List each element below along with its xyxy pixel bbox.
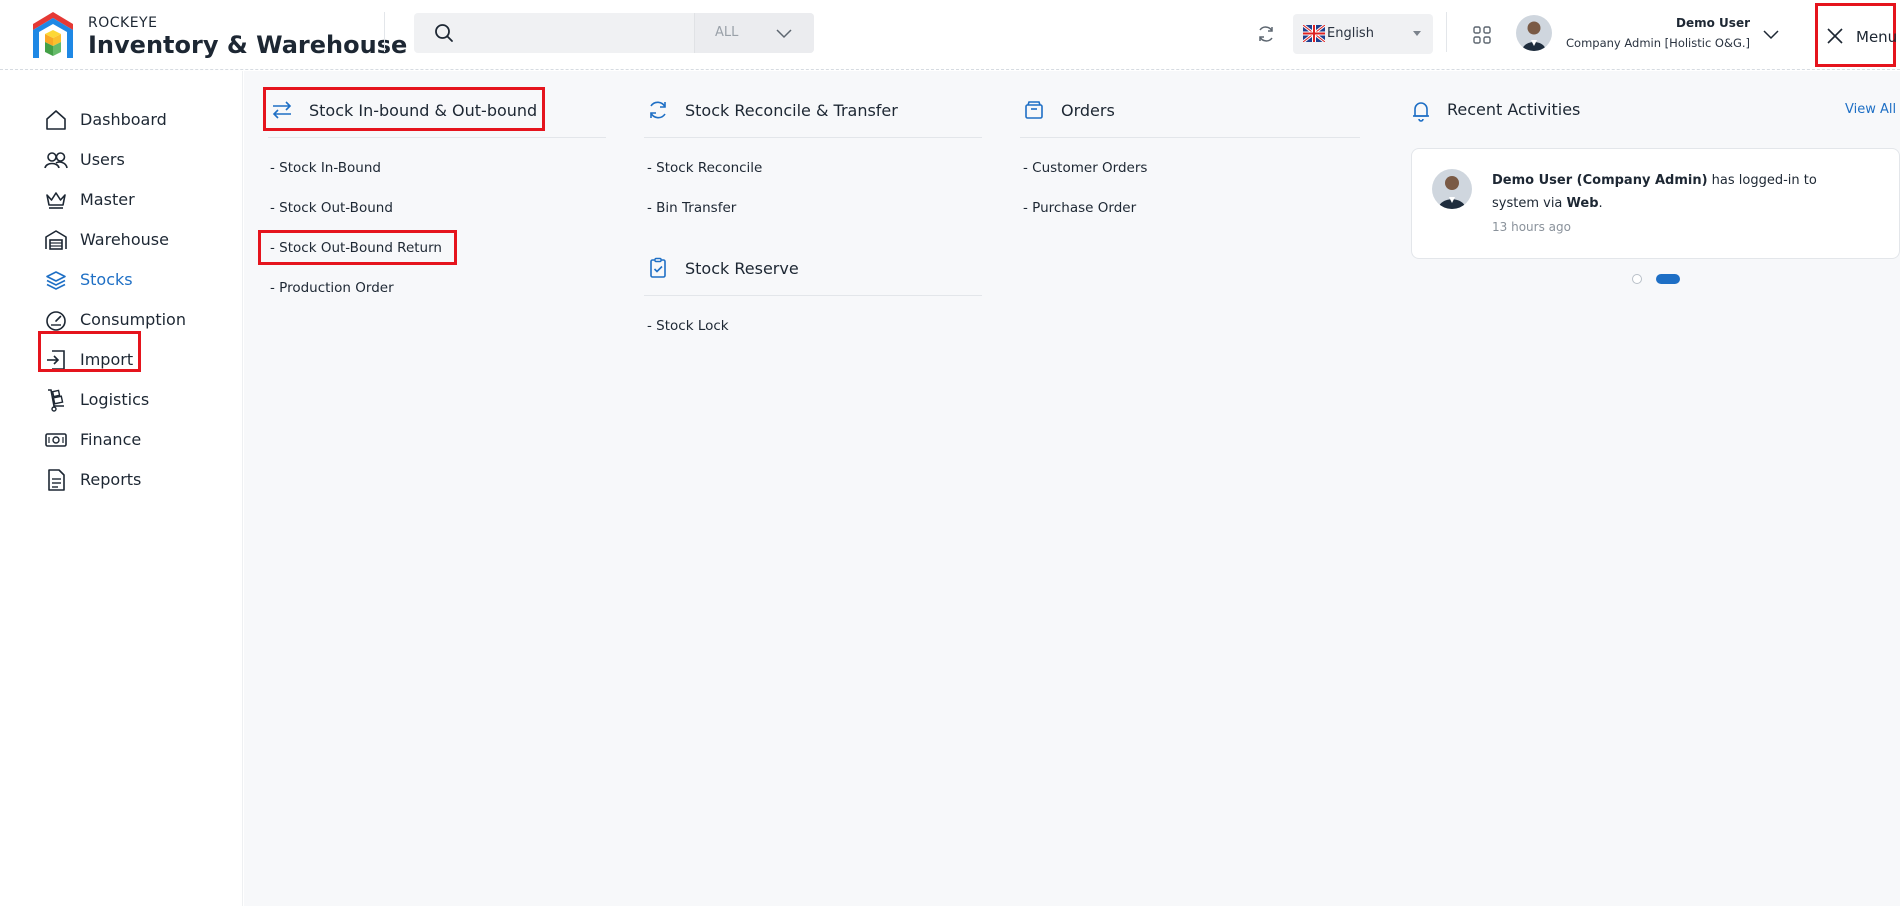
sidebar-item-label: Consumption [80,310,186,329]
activity-card[interactable]: Demo User (Company Admin) has logged-in … [1411,148,1900,259]
crown-icon [46,192,66,209]
gauge-icon [46,311,66,331]
divider [268,137,606,138]
menu-group-title: Stock Reserve [685,259,799,278]
carousel-dot[interactable] [1632,274,1642,284]
app-title: Inventory & Warehouse [88,31,408,59]
sidebar-item-dashboard[interactable]: Dashboard [44,104,224,136]
menu-group-stock-inout[interactable]: Stock In-bound & Out-bound [271,90,541,130]
apps-grid-icon[interactable] [1472,25,1492,45]
sidebar-item-master[interactable]: Master [44,184,224,216]
chevron-down-icon [776,29,792,39]
language-select[interactable]: English [1293,14,1433,54]
sidebar-item-reports[interactable]: Reports [44,464,224,496]
uk-flag-icon [1303,25,1325,42]
view-all-link[interactable]: View All [1845,102,1896,117]
sidebar-item-label: Dashboard [80,110,167,129]
sidebar-item-logistics[interactable]: Logistics [44,384,224,416]
sidebar-item-label: Warehouse [80,230,169,249]
caret-down-icon [1413,31,1421,36]
menu-label: Menu [1856,28,1898,46]
sidebar-item-warehouse[interactable]: Warehouse [44,224,224,256]
menu-link-stock-outbound[interactable]: - Stock Out-Bound [270,200,393,216]
user-role: Company Admin [Holistic O&G.] [1566,36,1750,50]
user-name: Demo User [1676,16,1750,30]
menu-link-customer-orders[interactable]: - Customer Orders [1023,160,1147,176]
money-icon [45,433,67,447]
activity-end: . [1598,196,1603,211]
menu-link-stock-reconcile[interactable]: - Stock Reconcile [647,160,762,176]
menu-link-stock-outbound-return[interactable]: - Stock Out-Bound Return [270,240,442,256]
recent-activities-title: Recent Activities [1447,100,1581,119]
activity-via: Web [1566,196,1599,211]
refresh-icon[interactable] [1256,24,1276,44]
warehouse-icon [45,230,67,250]
sidebar: Dashboard Users Master Warehouse Stocks … [0,71,243,906]
sidebar-item-finance[interactable]: Finance [44,424,224,456]
sidebar-item-stocks[interactable]: Stocks [44,264,224,296]
home-icon [46,110,66,130]
header-divider [384,12,385,52]
sidebar-item-label: Stocks [80,270,133,289]
report-icon [48,469,65,491]
sidebar-item-label: Master [80,190,135,209]
search-filter-select[interactable]: ALL [695,13,814,53]
carousel-dot-active[interactable] [1656,274,1680,284]
menu-link-stock-lock[interactable]: - Stock Lock [647,318,729,334]
activity-actor: Demo User (Company Admin) [1492,173,1708,188]
highlight-box [38,331,141,372]
language-label: English [1327,26,1374,41]
menu-link-stock-inbound[interactable]: - Stock In-Bound [270,160,381,176]
menu-group-title: Orders [1061,101,1115,120]
search-icon[interactable] [434,23,454,43]
activity-text: Demo User (Company Admin) has logged-in … [1492,169,1862,215]
divider [644,137,982,138]
menu-link-purchase-order[interactable]: - Purchase Order [1023,200,1136,216]
bell-icon [1413,102,1429,122]
sidebar-item-label: Reports [80,470,142,489]
search-filter-label: ALL [715,25,739,40]
menu-group-title: Stock Reconcile & Transfer [685,101,898,120]
layers-icon [46,271,66,290]
users-icon [44,152,68,169]
sidebar-item-label: Finance [80,430,142,449]
rockeye-logo[interactable] [33,12,73,58]
order-box-icon [1025,101,1043,119]
activity-time: 13 hours ago [1492,220,1571,234]
sidebar-item-users[interactable]: Users [44,144,224,176]
avatar [1432,169,1472,209]
menu-link-production-order[interactable]: - Production Order [270,280,394,296]
menu-close-button[interactable]: Menu [1815,3,1898,67]
divider [1020,137,1360,138]
sidebar-item-label: Logistics [80,390,150,409]
transfer-arrows-icon [272,101,292,119]
top-header: ROCKEYE Inventory & Warehouse ALL Englis… [0,0,1900,70]
menu-group-stock-reconcile[interactable]: Stock Reconcile & Transfer [647,90,947,130]
global-search[interactable]: ALL [414,13,814,53]
chevron-down-icon[interactable] [1762,25,1780,43]
hand-truck-icon [48,389,64,412]
menu-group-orders[interactable]: Orders [1023,90,1323,130]
menu-link-bin-transfer[interactable]: - Bin Transfer [647,200,736,216]
refresh-icon [650,101,666,119]
brand-name: ROCKEYE [88,15,158,31]
divider [644,295,982,296]
close-icon [1827,28,1843,44]
menu-group-stock-reserve[interactable]: Stock Reserve [647,248,947,288]
clipboard-check-icon [650,257,666,278]
header-divider [1446,12,1447,52]
menu-group-title: Stock In-bound & Out-bound [309,101,538,120]
avatar[interactable] [1516,15,1552,51]
sidebar-item-label: Users [80,150,125,169]
